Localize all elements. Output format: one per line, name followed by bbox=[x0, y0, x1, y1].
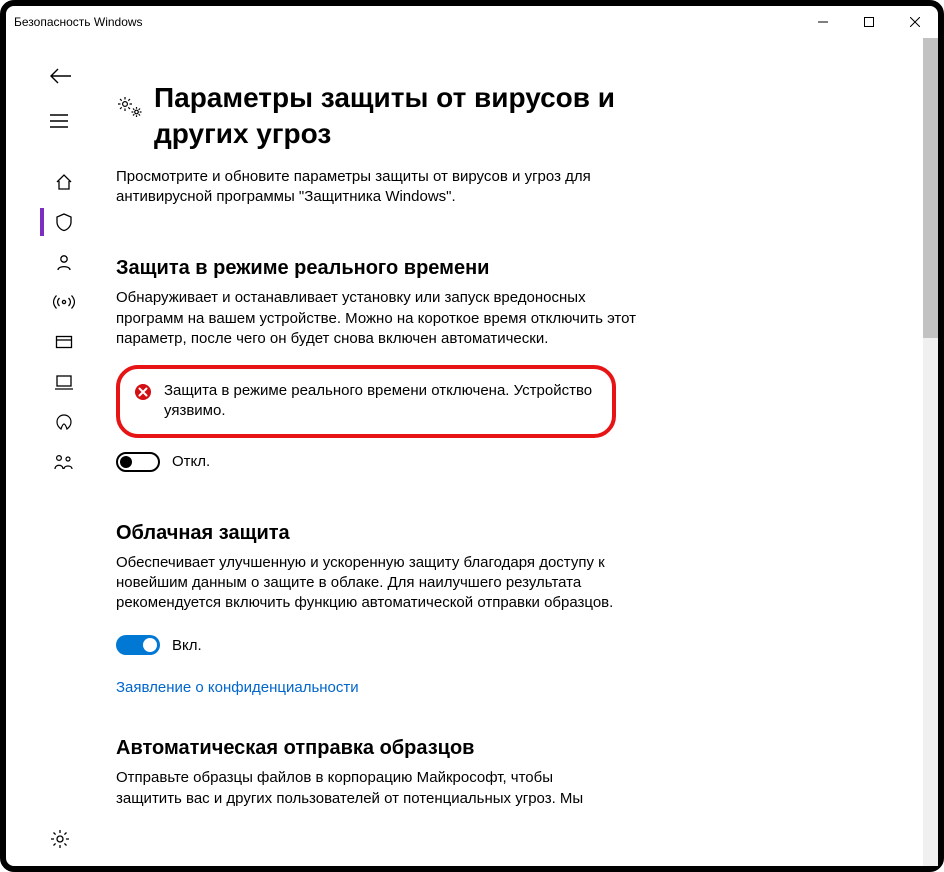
nav-app-browser-control[interactable] bbox=[40, 322, 88, 362]
back-button[interactable] bbox=[50, 68, 72, 89]
section-realtime: Защита в режиме реального времени Обнару… bbox=[116, 257, 636, 471]
realtime-warning-text: Защита в режиме реального времени отключ… bbox=[164, 381, 594, 422]
nav-firewall[interactable] bbox=[40, 282, 88, 322]
window-controls bbox=[800, 6, 938, 38]
page-title: Параметры защиты от вирусов и других угр… bbox=[154, 80, 674, 153]
scrollbar-thumb[interactable] bbox=[923, 38, 938, 338]
minimize-button[interactable] bbox=[800, 6, 846, 38]
menu-button[interactable] bbox=[50, 114, 68, 133]
cloud-toggle-label: Вкл. bbox=[172, 637, 202, 654]
privacy-statement-link[interactable]: Заявление о конфиденциальности bbox=[116, 679, 359, 696]
error-icon bbox=[134, 383, 152, 406]
maximize-button[interactable] bbox=[846, 6, 892, 38]
nav-family-options[interactable] bbox=[40, 442, 88, 482]
autosend-title: Автоматическая отправка образцов bbox=[116, 737, 636, 760]
realtime-toggle-row: Откл. bbox=[116, 452, 636, 472]
page-description: Просмотрите и обновите параметры защиты … bbox=[116, 167, 616, 208]
realtime-toggle[interactable] bbox=[116, 452, 160, 472]
autosend-description: Отправьте образцы файлов в корпорацию Ма… bbox=[116, 768, 586, 809]
nav-device-security[interactable] bbox=[40, 362, 88, 402]
nav-account-protection[interactable] bbox=[40, 242, 88, 282]
realtime-warning-callout: Защита в режиме реального времени отключ… bbox=[116, 365, 616, 438]
scrollbar-track[interactable] bbox=[923, 38, 938, 866]
nav-home[interactable] bbox=[40, 162, 88, 202]
nav-device-performance[interactable] bbox=[40, 402, 88, 442]
settings-button[interactable] bbox=[50, 829, 70, 854]
nav-virus-protection[interactable] bbox=[40, 202, 88, 242]
main-content: Параметры защиты от вирусов и других угр… bbox=[116, 80, 908, 866]
realtime-title: Защита в режиме реального времени bbox=[116, 257, 636, 280]
realtime-toggle-label: Откл. bbox=[172, 453, 210, 470]
window-frame: Безопасность Windows bbox=[0, 0, 944, 872]
settings-gears-icon bbox=[116, 94, 144, 125]
page-header: Параметры защиты от вирусов и других угр… bbox=[116, 80, 908, 153]
window-title: Безопасность Windows bbox=[14, 15, 143, 29]
nav-rail bbox=[40, 162, 88, 482]
titlebar: Безопасность Windows bbox=[6, 6, 938, 38]
section-cloud: Облачная защита Обеспечивает улучшенную … bbox=[116, 522, 636, 698]
realtime-description: Обнаруживает и останавливает установку и… bbox=[116, 288, 636, 349]
cloud-title: Облачная защита bbox=[116, 522, 636, 545]
section-autosend: Автоматическая отправка образцов Отправь… bbox=[116, 737, 636, 809]
cloud-toggle[interactable] bbox=[116, 635, 160, 655]
cloud-toggle-row: Вкл. bbox=[116, 635, 636, 655]
cloud-description: Обеспечивает улучшенную и ускоренную защ… bbox=[116, 553, 636, 614]
close-button[interactable] bbox=[892, 6, 938, 38]
